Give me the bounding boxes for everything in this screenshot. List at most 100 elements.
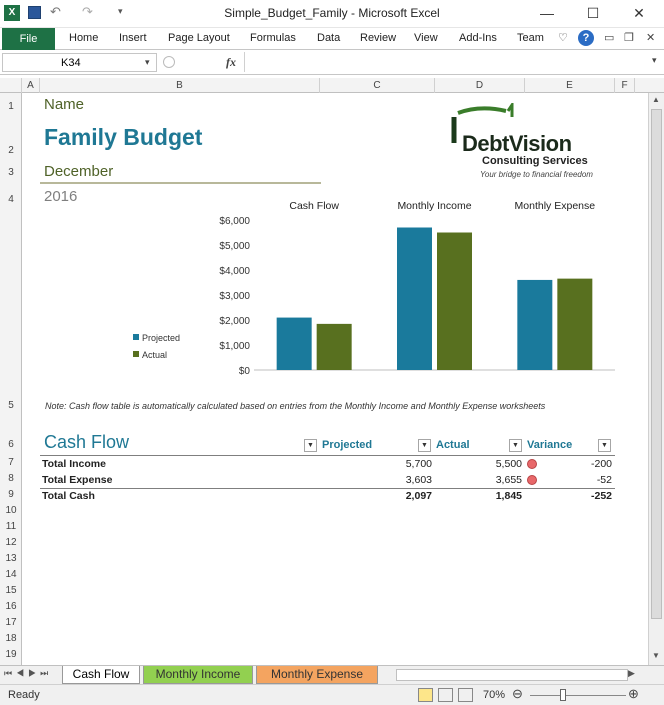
insert-function-icon[interactable]: fx [226, 55, 236, 70]
row-header-13[interactable]: 13 [0, 553, 22, 564]
scroll-thumb[interactable] [651, 109, 662, 619]
zoom-slider-thumb[interactable] [560, 689, 566, 701]
sheet-nav-arrows-icon[interactable]: ⏮◀▶⏭ [4, 668, 52, 679]
logo-sub: Consulting Services [482, 155, 588, 167]
column-header-e[interactable]: E [525, 78, 615, 93]
cell-income-variance[interactable]: -200 [540, 458, 612, 470]
row-label-total-expense[interactable]: Total Expense [42, 474, 112, 486]
scroll-down-icon[interactable]: ▼ [652, 651, 660, 660]
cell-cash-projected[interactable]: 2,097 [360, 490, 432, 502]
tab-add-ins[interactable]: Add-Ins [459, 32, 497, 44]
name-cell[interactable]: Name [44, 96, 84, 113]
zoom-slider-track[interactable] [530, 695, 626, 696]
bar-projected [276, 317, 312, 370]
tab-insert[interactable]: Insert [119, 32, 147, 44]
row-header-6[interactable]: 6 [0, 439, 22, 450]
row-headers: 1 2 3 4 5 6 7 8 9 10 11 12 13 14 15 16 1… [0, 93, 22, 665]
horizontal-scrollbar[interactable] [396, 669, 628, 681]
row-header-19[interactable]: 19 [0, 649, 22, 660]
window-minimize-icon[interactable]: ▭ [604, 31, 614, 44]
cell-expense-projected[interactable]: 3,603 [360, 474, 432, 486]
scroll-up-icon[interactable]: ▲ [652, 95, 660, 104]
tab-file[interactable]: File [2, 28, 55, 50]
tab-home[interactable]: Home [69, 32, 98, 44]
row-header-12[interactable]: 12 [0, 537, 22, 548]
column-header-a[interactable]: A [22, 78, 40, 93]
tab-review[interactable]: Review [360, 32, 396, 44]
ribbon-collapse-icon[interactable]: ♡ [558, 31, 568, 44]
row-header-4[interactable]: 4 [0, 194, 22, 205]
row-header-1[interactable]: 1 [0, 101, 22, 112]
tab-data[interactable]: Data [317, 32, 340, 44]
help-icon[interactable]: ? [578, 30, 594, 46]
zoom-in-icon[interactable]: ⊕ [628, 686, 639, 702]
formula-input[interactable] [244, 52, 650, 72]
column-header-c[interactable]: C [320, 78, 435, 93]
row-header-14[interactable]: 14 [0, 569, 22, 580]
row-header-15[interactable]: 15 [0, 585, 22, 596]
cell-income-projected[interactable]: 5,700 [360, 458, 432, 470]
tab-team[interactable]: Team [517, 32, 544, 44]
note-text: Note: Cash flow table is automatically c… [45, 401, 546, 411]
page-layout-view-icon[interactable] [438, 688, 453, 702]
normal-view-icon[interactable] [418, 688, 433, 702]
header-projected[interactable]: Projected [322, 439, 372, 451]
scroll-right-icon[interactable]: ▶ [628, 668, 635, 679]
month-cell[interactable]: December [44, 163, 113, 180]
window-restore-icon[interactable]: ❐ [624, 31, 634, 44]
tab-view[interactable]: View [414, 32, 438, 44]
cell-cash-actual[interactable]: 1,845 [450, 490, 522, 502]
column-header-d[interactable]: D [435, 78, 525, 93]
vertical-scrollbar[interactable]: ▲ ▼ [648, 93, 664, 665]
y-tick-label: $0 [239, 366, 251, 377]
expand-formula-icon[interactable]: ▾ [652, 55, 657, 66]
name-box[interactable]: K34 ▾ [2, 53, 157, 72]
zoom-level[interactable]: 70% [483, 689, 505, 701]
cell-income-actual[interactable]: 5,500 [450, 458, 522, 470]
page-title[interactable]: Family Budget [44, 124, 202, 151]
formula-divider-handle[interactable] [163, 56, 175, 68]
row-header-10[interactable]: 10 [0, 505, 22, 516]
close-button[interactable]: ✕ [616, 3, 662, 23]
row-header-17[interactable]: 17 [0, 617, 22, 628]
page-break-view-icon[interactable] [458, 688, 473, 702]
title-underline [40, 182, 321, 184]
column-header-f[interactable]: F [615, 78, 635, 93]
row-label-total-income[interactable]: Total Income [42, 458, 106, 470]
column-header-b[interactable]: B [40, 78, 320, 93]
tab-monthly-expense[interactable]: Monthly Expense [256, 666, 378, 684]
year-cell[interactable]: 2016 [44, 188, 77, 205]
row-header-11[interactable]: 11 [0, 521, 22, 532]
header-actual[interactable]: Actual [436, 439, 470, 451]
filter-dropdown-projected[interactable]: ▼ [418, 439, 431, 452]
row-header-7[interactable]: 7 [0, 457, 22, 468]
cell-cash-variance[interactable]: -252 [540, 490, 612, 502]
row-header-9[interactable]: 9 [0, 489, 22, 500]
chevron-down-icon[interactable]: ▾ [145, 57, 150, 68]
tab-formulas[interactable]: Formulas [250, 32, 296, 44]
bar-actual [316, 323, 352, 370]
filter-dropdown-label[interactable]: ▼ [304, 439, 317, 452]
zoom-out-icon[interactable]: ⊖ [512, 686, 523, 702]
maximize-button[interactable]: ☐ [570, 3, 616, 23]
row-label-total-cash[interactable]: Total Cash [42, 490, 95, 502]
bar-projected [517, 279, 553, 370]
row-header-16[interactable]: 16 [0, 601, 22, 612]
row-header-5[interactable]: 5 [0, 400, 22, 411]
row-header-3[interactable]: 3 [0, 167, 22, 178]
tab-monthly-income[interactable]: Monthly Income [143, 666, 253, 684]
select-all-corner[interactable] [0, 78, 22, 93]
tab-page-layout[interactable]: Page Layout [168, 32, 230, 44]
window-close-icon[interactable]: ✕ [646, 31, 655, 44]
row-header-2[interactable]: 2 [0, 145, 22, 156]
bar-actual [437, 232, 472, 370]
tab-cash-flow[interactable]: Cash Flow [62, 666, 140, 684]
minimize-button[interactable]: — [524, 3, 570, 23]
row-header-18[interactable]: 18 [0, 633, 22, 644]
cell-expense-actual[interactable]: 3,655 [450, 474, 522, 486]
header-variance[interactable]: Variance [527, 439, 572, 451]
filter-dropdown-actual[interactable]: ▼ [509, 439, 522, 452]
row-header-8[interactable]: 8 [0, 473, 22, 484]
filter-dropdown-variance[interactable]: ▼ [598, 439, 611, 452]
cell-expense-variance[interactable]: -52 [540, 474, 612, 486]
